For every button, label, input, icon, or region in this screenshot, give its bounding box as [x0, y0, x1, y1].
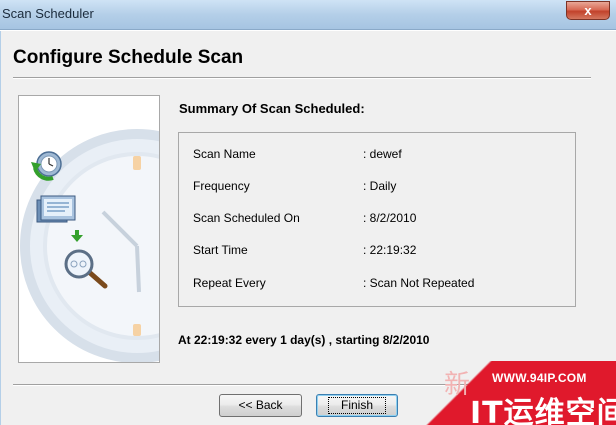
header-divider: [13, 77, 591, 79]
illustration-panel: [18, 95, 160, 363]
watermark-url: WWW.94IP.COM: [492, 371, 587, 385]
summary-row-scheduled-on: Scan Scheduled On : 8/2/2010: [193, 211, 416, 225]
page-title: Configure Schedule Scan: [13, 47, 244, 68]
wizard-header: Configure Schedule Scan: [1, 31, 616, 87]
row-value: : Scan Not Repeated: [363, 276, 475, 290]
watermark-faint-text: 新: [444, 370, 471, 400]
row-label: Start Time: [193, 243, 248, 257]
summary-row-repeat-every: Repeat Every : Scan Not Repeated: [193, 276, 474, 290]
summary-box: Scan Name : dewef Frequency : Daily Scan…: [178, 132, 576, 307]
watermark-brand: IT运维空间: [470, 396, 616, 425]
summary-row-scan-name: Scan Name : dewef: [193, 147, 402, 161]
row-label: Scan Scheduled On: [193, 211, 300, 225]
magnifier-icon: [64, 249, 108, 289]
close-icon: x: [584, 3, 592, 18]
row-value: : 8/2/2010: [363, 211, 417, 225]
summary-row-frequency: Frequency : Daily: [193, 179, 396, 193]
schedule-description: At 22:19:32 every 1 day(s) , starting 8/…: [178, 333, 430, 347]
title-bar[interactable]: Scan Scheduler x: [0, 0, 616, 30]
row-value: : dewef: [363, 147, 402, 161]
finish-button-label: Finish: [327, 397, 386, 414]
finish-button[interactable]: Finish: [316, 394, 398, 417]
row-value: : 22:19:32: [363, 243, 417, 257]
back-button[interactable]: << Back: [219, 394, 302, 417]
close-button[interactable]: x: [566, 1, 610, 20]
row-label: Repeat Every: [193, 276, 266, 290]
row-label: Frequency: [193, 179, 250, 193]
row-value: : Daily: [363, 179, 397, 193]
summary-row-start-time: Start Time : 22:19:32: [193, 243, 416, 257]
window-title: Scan Scheduler: [2, 6, 94, 21]
summary-heading: Summary Of Scan Scheduled:: [179, 101, 365, 116]
row-label: Scan Name: [193, 147, 256, 161]
